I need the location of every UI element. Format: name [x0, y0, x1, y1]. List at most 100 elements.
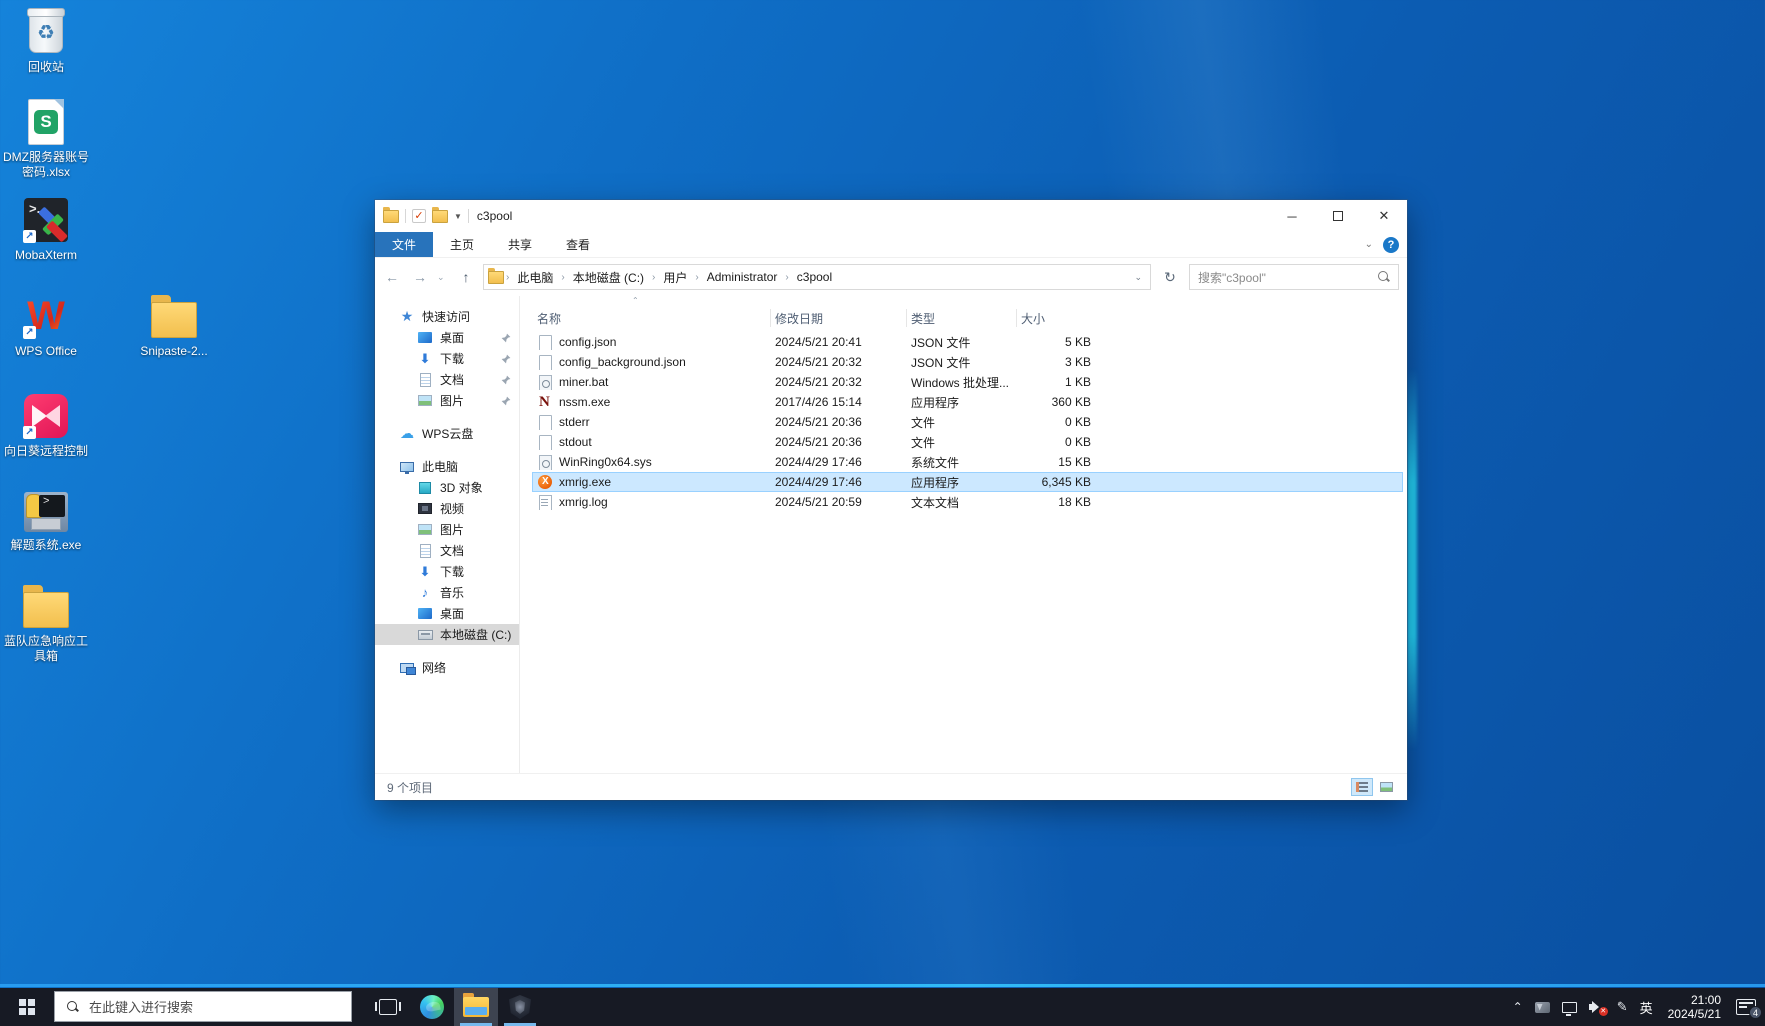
sidebar-item-network[interactable]: 网络	[375, 657, 519, 678]
wallpaper-horizon-glow	[0, 984, 1765, 987]
desktop-icon-mobaxterm[interactable]: >. ↗ MobaXterm	[0, 196, 92, 263]
file-name: WinRing0x64.sys	[559, 455, 652, 469]
sidebar-label: 本地磁盘 (C:)	[440, 628, 512, 642]
close-button[interactable]: ✕	[1361, 200, 1407, 232]
folder-icon	[22, 582, 70, 630]
ime-indicator[interactable]: 英	[1635, 988, 1658, 1026]
desktop-icon-recycle-bin[interactable]: ♻ 回收站	[0, 8, 92, 75]
desktop-icon-jieti-exe[interactable]: > 解题系统.exe	[0, 486, 92, 553]
shield-icon	[509, 995, 531, 1019]
sidebar-item-quick-access[interactable]: ★ 快速访问	[375, 306, 519, 327]
taskbar-search-input[interactable]: 在此键入进行搜索	[54, 991, 352, 1022]
items-count: 9 个项目	[387, 780, 434, 795]
new-folder-icon[interactable]	[432, 206, 448, 223]
up-button[interactable]: ↑	[455, 266, 477, 288]
minimize-button[interactable]: ─	[1269, 200, 1315, 232]
file-row-config-json[interactable]: config.json 2024/5/21 20:41 JSON 文件 5 KB	[532, 332, 1403, 352]
column-header-name[interactable]: 名称	[532, 309, 770, 327]
desktop-icon-blueteam-folder[interactable]: 蓝队应急响应工具箱	[0, 582, 92, 664]
sidebar-item-music[interactable]: ♪ 音乐	[375, 582, 519, 603]
sidebar-item-documents-2[interactable]: 文档	[375, 540, 519, 561]
file-name: xmrig.log	[559, 495, 608, 509]
sidebar-label: 文档	[440, 373, 465, 387]
quick-access-toolbar: ✓ ▼	[383, 206, 469, 223]
volume-muted-icon[interactable]: ✕	[1584, 988, 1610, 1026]
desktop-icon-xlsx[interactable]: S DMZ服务器账号密码.xlsx	[0, 98, 92, 180]
sidebar-item-this-pc[interactable]: 此电脑	[375, 456, 519, 477]
sidebar-item-drive-c[interactable]: 本地磁盘 (C:)	[375, 624, 519, 645]
refresh-button[interactable]: ↻	[1157, 264, 1183, 290]
file-explorer-button[interactable]	[454, 988, 498, 1026]
sidebar-item-desktop[interactable]: 桌面	[375, 327, 519, 348]
sidebar-label: 音乐	[440, 586, 465, 600]
file-row-miner-bat[interactable]: miner.bat 2024/5/21 20:32 Windows 批处理...…	[532, 372, 1403, 392]
file-date: 2024/5/21 20:32	[775, 355, 862, 369]
column-header-date[interactable]: 修改日期	[770, 309, 906, 327]
vmware-tray-icon[interactable]	[1530, 988, 1555, 1026]
file-row-winring0x64-sys[interactable]: WinRing0x64.sys 2024/4/29 17:46 系统文件 15 …	[532, 452, 1403, 472]
desktop-icon-wps-office[interactable]: W ↗ WPS Office	[0, 292, 92, 359]
tray-overflow-chevron[interactable]: ⌃	[1508, 988, 1528, 1026]
sidebar-item-documents[interactable]: 文档	[375, 369, 519, 390]
history-chevron-icon[interactable]: ⌄	[437, 272, 449, 283]
sidebar-label: 3D 对象	[440, 481, 483, 495]
breadcrumb-administrator[interactable]: Administrator	[701, 270, 784, 284]
sidebar-item-downloads[interactable]: ⬇ 下载	[375, 348, 519, 369]
sidebar-item-wps-cloud[interactable]: ☁ WPS云盘	[375, 423, 519, 444]
maximize-button[interactable]	[1315, 200, 1361, 232]
breadcrumb-this-pc[interactable]: 此电脑	[511, 269, 559, 286]
properties-check-icon[interactable]: ✓	[412, 209, 426, 223]
tab-share[interactable]: 共享	[491, 232, 549, 257]
forward-button[interactable]: →	[409, 266, 431, 288]
sidebar-label: 此电脑	[422, 460, 459, 474]
help-button[interactable]: ?	[1383, 236, 1399, 253]
network-tray-icon[interactable]	[1557, 988, 1582, 1026]
video-icon	[417, 501, 433, 517]
pictures-icon	[417, 522, 433, 538]
file-name: config_background.json	[559, 355, 686, 369]
thumbnail-view-button[interactable]	[1375, 778, 1397, 796]
edge-button[interactable]	[410, 988, 454, 1026]
action-center-button[interactable]: 4	[1731, 988, 1762, 1026]
navigation-pane: ★ 快速访问 桌面 ⬇ 下载 文档 图片 ☁ WPS云盘 此电脑 3D 对象 视…	[375, 296, 520, 773]
breadcrumb-drive-c[interactable]: 本地磁盘 (C:)	[567, 269, 650, 286]
notification-icon: 4	[1736, 999, 1762, 1019]
taskbar-clock[interactable]: 21:00 2024/5/21	[1660, 993, 1729, 1021]
separator	[467, 209, 469, 223]
file-row-xmrig-log[interactable]: xmrig.log 2024/5/21 20:59 文本文档 18 KB	[532, 492, 1403, 512]
task-view-button[interactable]	[366, 988, 410, 1026]
back-button[interactable]: ←	[381, 266, 403, 288]
desktop-icon-sunflower-remote[interactable]: ↗ 向日葵远程控制	[0, 392, 92, 459]
file-row-stdout[interactable]: stdout 2024/5/21 20:36 文件 0 KB	[532, 432, 1403, 452]
tab-view[interactable]: 查看	[549, 232, 607, 257]
pen-tray-icon[interactable]: ✎	[1612, 988, 1633, 1026]
address-dropdown-chevron-icon[interactable]: ⌄	[1130, 272, 1146, 283]
tab-file[interactable]: 文件	[375, 232, 434, 257]
sidebar-item-3d-objects[interactable]: 3D 对象	[375, 477, 519, 498]
qat-customize-chevron-icon[interactable]: ▼	[454, 212, 462, 221]
sidebar-item-desktop-2[interactable]: 桌面	[375, 603, 519, 624]
separator	[405, 209, 406, 223]
breadcrumb-users[interactable]: 用户	[657, 269, 693, 286]
address-bar[interactable]: › 此电脑 › 本地磁盘 (C:) › 用户 › Administrator ›…	[483, 264, 1151, 290]
column-header-size[interactable]: 大小	[1016, 309, 1102, 327]
sidebar-item-videos[interactable]: 视频	[375, 498, 519, 519]
details-view-icon	[1356, 782, 1368, 792]
security-app-button[interactable]	[498, 988, 542, 1026]
column-header-type[interactable]: 类型	[906, 309, 1016, 327]
desktop-icon-snipaste-folder[interactable]: Snipaste-2...	[128, 292, 220, 359]
breadcrumb-c3pool[interactable]: c3pool	[791, 270, 838, 284]
file-row-config-background-json[interactable]: config_background.json 2024/5/21 20:32 J…	[532, 352, 1403, 372]
sidebar-item-pictures[interactable]: 图片	[375, 390, 519, 411]
sidebar-label: WPS云盘	[422, 427, 474, 441]
file-row-stderr[interactable]: stderr 2024/5/21 20:36 文件 0 KB	[532, 412, 1403, 432]
sidebar-item-downloads-2[interactable]: ⬇ 下载	[375, 561, 519, 582]
ribbon-collapse-chevron-icon[interactable]: ⌄	[1365, 239, 1373, 250]
start-button[interactable]	[0, 988, 54, 1026]
sidebar-item-pictures-2[interactable]: 图片	[375, 519, 519, 540]
explorer-search-input[interactable]: 搜索"c3pool"	[1189, 264, 1399, 290]
details-view-button[interactable]	[1351, 778, 1373, 796]
file-row-nssm-exe[interactable]: nssm.exe 2017/4/26 15:14 应用程序 360 KB	[532, 392, 1403, 412]
tab-home[interactable]: 主页	[433, 232, 491, 257]
file-row-xmrig-exe[interactable]: xmrig.exe 2024/4/29 17:46 应用程序 6,345 KB	[532, 472, 1403, 492]
